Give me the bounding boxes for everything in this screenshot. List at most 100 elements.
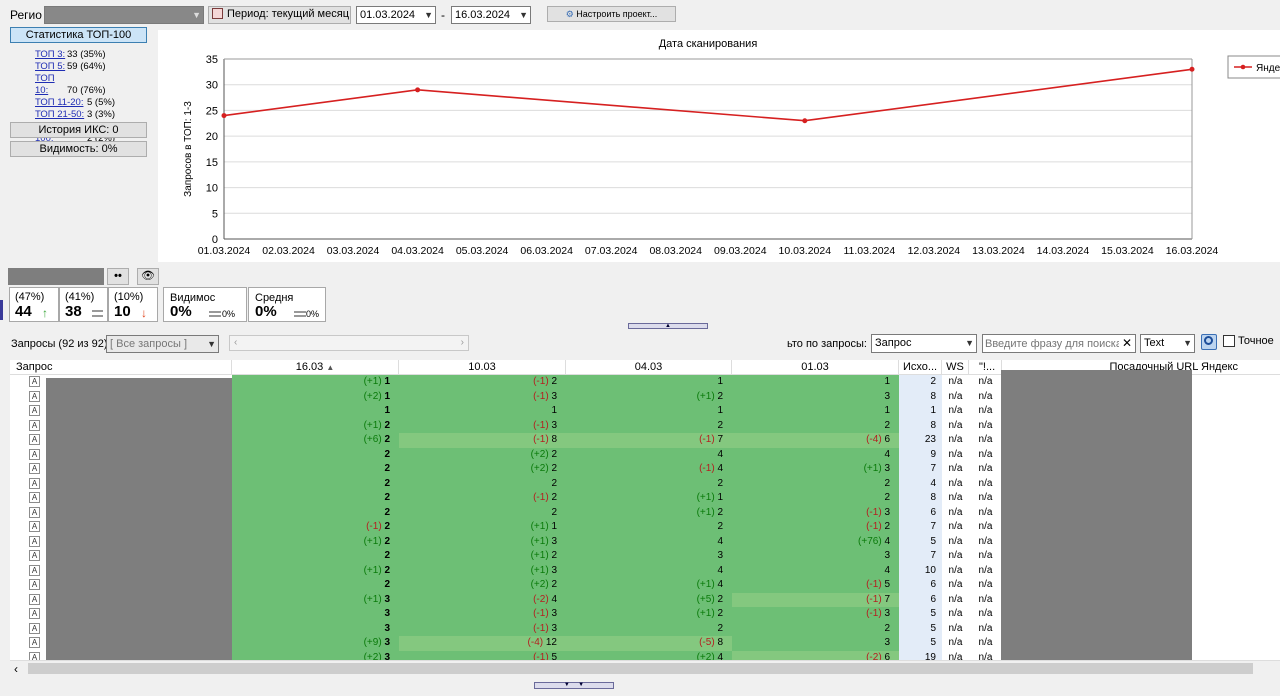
col-date-0403[interactable]: 04.03 <box>566 360 732 375</box>
top-stat-link[interactable]: ТОП 21-50: <box>35 109 87 121</box>
region-select[interactable]: ▼ <box>44 6 204 24</box>
chart-toggle-icon[interactable]: A <box>29 521 40 532</box>
chart-toggle-icon[interactable]: A <box>29 434 40 445</box>
position-cell: (+9) 3 <box>232 636 399 651</box>
left-splitter-handle[interactable] <box>0 300 3 320</box>
chart-toggle-icon[interactable]: A <box>29 637 40 648</box>
top-stat-link[interactable]: ТОП 10: <box>35 73 67 97</box>
chart-toggle-icon[interactable]: A <box>29 550 40 561</box>
clear-icon[interactable]: ✕ <box>1122 336 1132 350</box>
position-cell: (-1) 7 <box>566 433 732 448</box>
exact-checkbox[interactable] <box>1223 335 1235 347</box>
position-cell: 4 <box>566 563 732 578</box>
chart-toggle-icon[interactable]: A <box>29 477 40 489</box>
chart-toggle-icon[interactable]: A <box>29 608 40 619</box>
top-stat-link[interactable]: ТОП 3: <box>35 49 67 61</box>
col-date-1603[interactable]: 16.03 ▲ <box>232 360 399 375</box>
position-value: 2 <box>384 564 390 576</box>
position-cell: (+76) 4 <box>732 534 899 549</box>
scrollbar-thumb[interactable] <box>28 663 1253 674</box>
splitter-handle[interactable]: ▲ <box>628 323 708 329</box>
settings-icon: ⚙ <box>565 9 574 19</box>
chart-toggle-icon[interactable]: A <box>29 579 40 590</box>
summary-card-pct: (10%) <box>114 291 144 303</box>
chart-toggle-icon[interactable]: A <box>29 463 40 474</box>
position-value: 2 <box>384 535 390 547</box>
date-to-picker[interactable]: 16.03.2024 ▼ <box>451 6 531 24</box>
period-button[interactable]: Период: текущий месяц <box>208 6 351 24</box>
chevron-right-icon[interactable]: › <box>461 336 464 350</box>
ws-cell: n/a <box>948 579 963 590</box>
position-value: 3 <box>884 550 890 561</box>
chart-toggle-icon[interactable]: A <box>29 564 40 576</box>
top-stat-link[interactable]: ТОП 5: <box>35 61 67 73</box>
configure-project-button[interactable]: ⚙ Настроить проект... <box>547 6 676 22</box>
chart-toggle-icon[interactable]: A <box>29 492 40 503</box>
bottom-splitter-handle[interactable]: ▼ ▼ <box>534 682 614 689</box>
chart-toggle-icon[interactable]: A <box>29 390 40 402</box>
exact-freq-cell: n/a <box>978 608 993 619</box>
chart-toggle-icon[interactable]: A <box>29 419 40 431</box>
view-toggle-button[interactable]: 👁 <box>137 268 159 285</box>
position-cell: 1 <box>399 404 566 419</box>
chevron-left-icon[interactable]: ‹ <box>234 336 237 350</box>
position-change: (+1) <box>696 579 718 590</box>
horizontal-scrollbar[interactable]: ‹ <box>10 660 1280 676</box>
sort-asc-icon: ▲ <box>326 363 335 372</box>
position-cell: (-1) 3 <box>732 607 899 622</box>
position-cell: (+1) 2 <box>566 607 732 622</box>
date-from-picker[interactable]: 01.03.2024 ▼ <box>356 6 436 24</box>
exact-freq-cell: n/a <box>978 564 993 576</box>
options-button[interactable]: •• <box>107 268 129 285</box>
ws-cell: n/a <box>948 405 963 416</box>
col-exact-freq[interactable]: "!... <box>969 360 1002 375</box>
legend-swatch-dot <box>1240 64 1246 70</box>
col-ws[interactable]: WS <box>942 360 969 375</box>
query-group-select[interactable]: [ Все запросы ] ▼ <box>106 335 219 353</box>
visibility-button[interactable]: Видимость: 0% <box>10 141 147 157</box>
chart-toggle-icon[interactable]: A <box>29 448 40 460</box>
exact-freq-cell: n/a <box>978 434 993 445</box>
position-cell: 2 <box>232 447 399 462</box>
exact-freq-cell: n/a <box>978 492 993 503</box>
position-value: 4 <box>717 448 723 460</box>
position-chart: Дата сканирования0510152025303501.03.202… <box>183 38 1280 257</box>
horizontal-filter-scroll[interactable]: ‹ › <box>229 335 469 351</box>
chart-toggle-icon[interactable]: A <box>29 405 40 416</box>
position-cell: 3 <box>732 549 899 564</box>
chart-toggle-icon[interactable]: A <box>29 535 40 547</box>
ws-cell: n/a <box>948 622 963 634</box>
col-date-1003[interactable]: 10.03 <box>399 360 566 375</box>
search-input[interactable] <box>983 335 1121 352</box>
position-value: 2 <box>551 463 557 474</box>
position-value: 3 <box>884 390 890 402</box>
chart-toggle-icon[interactable]: A <box>29 376 40 387</box>
top-stat-link[interactable]: ТОП 11-20: <box>35 97 87 109</box>
chevron-left-icon[interactable]: ‹ <box>14 662 18 676</box>
search-button[interactable] <box>1201 334 1217 350</box>
chart-toggle-icon[interactable]: A <box>29 593 40 605</box>
x-tick-label: 01.03.2024 <box>198 245 251 257</box>
position-cell: (-1) 2 <box>399 491 566 506</box>
visibility-card-small: 0% <box>222 309 236 319</box>
position-value: 4 <box>717 579 723 590</box>
top-stat-line: ТОП 5: 59 (64%) <box>35 61 155 73</box>
chart-toggle-icon[interactable]: A <box>29 506 40 518</box>
project-name-field[interactable] <box>8 268 104 285</box>
x-tick-label: 06.03.2024 <box>520 245 573 257</box>
chart-toggle-icon[interactable]: A <box>29 622 40 634</box>
top100-stats-button[interactable]: Статистика ТОП-100 <box>10 27 147 43</box>
position-value: 1 <box>384 390 390 402</box>
col-source[interactable]: Исхо... <box>899 360 942 375</box>
text-mode-select[interactable]: Text ▼ <box>1140 334 1195 353</box>
x-tick-label: 12.03.2024 <box>908 245 961 257</box>
position-change: (-1) <box>866 521 885 532</box>
search-field-select[interactable]: Запрос ▼ <box>871 334 977 353</box>
position-value: 3 <box>884 463 890 474</box>
y-tick-label: 35 <box>206 54 218 66</box>
col-date-0103[interactable]: 01.03 <box>732 360 899 375</box>
position-cell: (+1) 2 <box>566 389 732 404</box>
ws-cell: n/a <box>948 535 963 547</box>
col-query[interactable]: Запрос <box>16 360 232 375</box>
iks-history-button[interactable]: История ИКС: 0 <box>10 122 147 138</box>
